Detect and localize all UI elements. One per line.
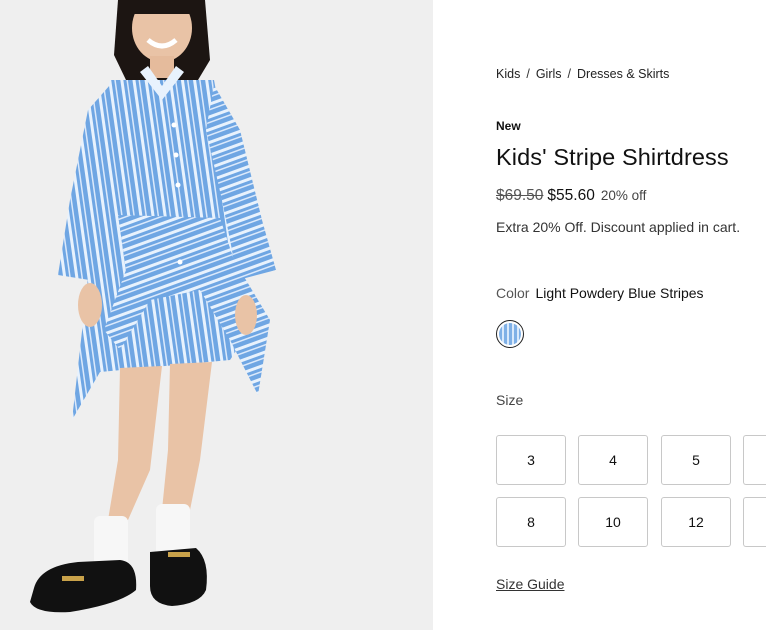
size-option-partial[interactable] [743, 497, 766, 547]
product-info-panel: Kids / Girls / Dresses & Skirts New Kids' St… [496, 0, 766, 630]
sale-price: $55.60 [547, 187, 595, 204]
original-price: $69.50 [496, 187, 544, 204]
color-swatch-light-powdery-blue-stripes[interactable] [496, 320, 524, 348]
price-block: $69.50 $55.60 20% off [496, 187, 646, 205]
breadcrumb-separator: / [526, 67, 530, 81]
breadcrumb-girls[interactable]: Girls [536, 67, 562, 81]
breadcrumb: Kids / Girls / Dresses & Skirts [496, 67, 669, 81]
size-label: Size [496, 392, 524, 408]
promo-message: Extra 20% Off. Discount applied in cart. [496, 219, 741, 235]
size-option-10[interactable]: 10 [578, 497, 648, 547]
size-guide-link[interactable]: Size Guide [496, 576, 564, 592]
product-title: Kids' Stripe Shirtdress [496, 144, 729, 170]
discount-label: 20% off [600, 188, 647, 203]
size-option-12[interactable]: 12 [661, 497, 731, 547]
color-selection: Color Light Powdery Blue Stripes [496, 285, 704, 301]
swatch-pattern [499, 323, 521, 345]
new-badge: New [496, 119, 521, 133]
size-option-8[interactable]: 8 [496, 497, 566, 547]
size-option-4[interactable]: 4 [578, 435, 648, 485]
color-label: Color [496, 285, 530, 301]
size-option-5[interactable]: 5 [661, 435, 731, 485]
breadcrumb-separator: / [567, 67, 571, 81]
size-option-3[interactable]: 3 [496, 435, 566, 485]
product-image [0, 0, 433, 630]
breadcrumb-dresses-skirts[interactable]: Dresses & Skirts [577, 67, 669, 81]
size-option-partial[interactable] [743, 435, 766, 485]
breadcrumb-kids[interactable]: Kids [496, 67, 520, 81]
selected-color-name: Light Powdery Blue Stripes [535, 285, 704, 301]
